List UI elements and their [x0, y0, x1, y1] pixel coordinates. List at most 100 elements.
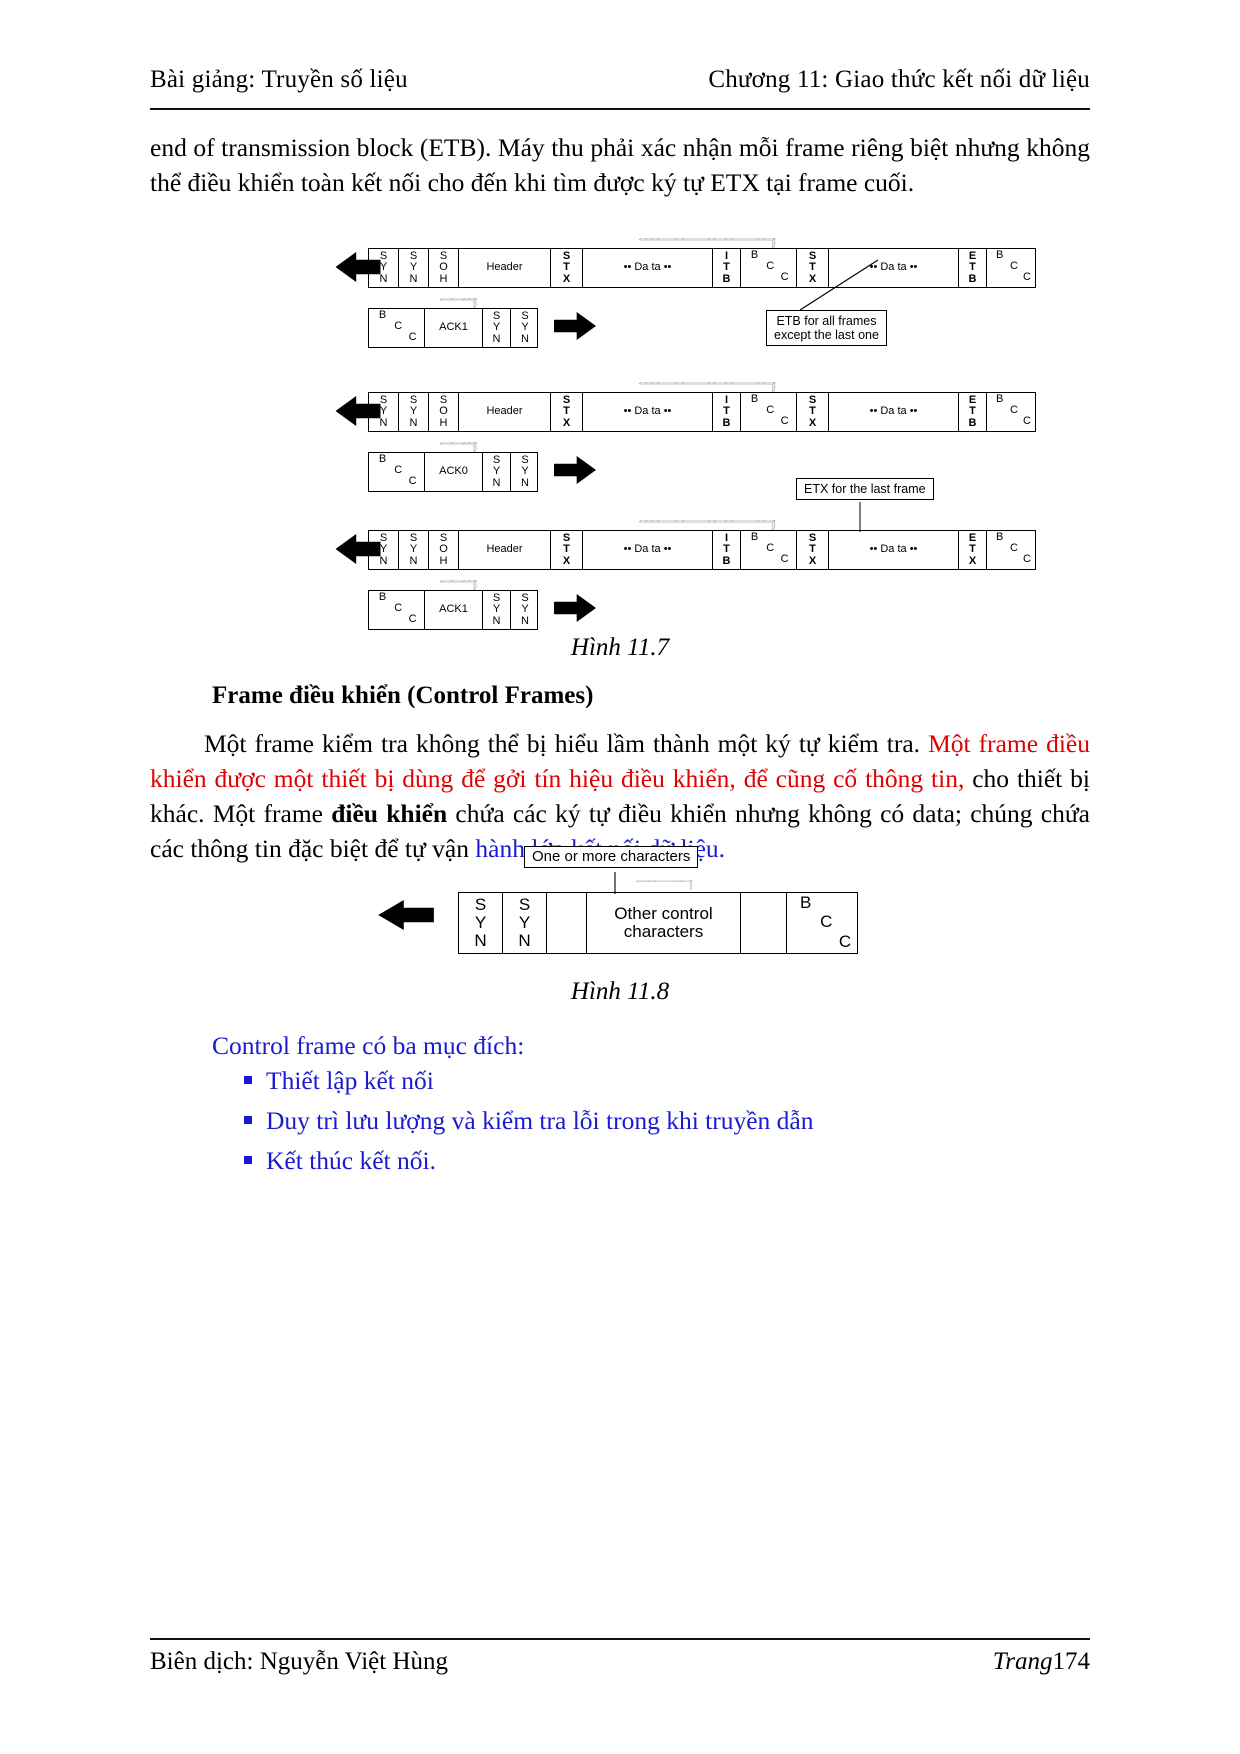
footer-page-number: 174 — [1052, 1648, 1091, 1675]
frame-cell-line: B — [750, 249, 759, 261]
frame-cell: SOH — [429, 249, 459, 287]
frame-cell: BCC — [987, 249, 1037, 287]
intro-paragraph: end of transmission block (ETB). Máy thu… — [150, 133, 1090, 197]
frame-cell: ITB — [713, 249, 741, 287]
frame-cell-line: C — [780, 415, 789, 427]
ack-frame-1b: B C C ACK1 S Y N S Y N — [368, 580, 548, 630]
frame-cell-line: •• Da ta •• — [623, 405, 672, 418]
data-frame-3-front-face: S Y N S Y N S O H Header S T X •• Da ta •• I T B B C C S T X ••… — [368, 530, 1036, 570]
list-item: Kết thúc kết nối. — [244, 1146, 436, 1176]
frame-cell-line: B — [996, 531, 1004, 543]
frame-cell: ACK0 — [425, 453, 483, 491]
frame-cell-line: C — [1023, 415, 1031, 427]
frame-cell-line: B — [378, 453, 387, 465]
frame-cell-line: C — [1010, 260, 1018, 272]
control-frame-strip-3d-shading — [635, 880, 692, 890]
figure-11-7: S Y N S Y N S O H Header S T X •• Da ta •• I T B B C C S T X ••… — [0, 220, 1240, 630]
frame-cell — [547, 893, 587, 953]
footer-right-text: Trang174 — [993, 1648, 1090, 1676]
frame-cell-line: X — [808, 416, 817, 429]
control-frame-arrow-left — [378, 900, 434, 930]
frame-cell-line: X — [808, 554, 817, 567]
callout-line: except the last one — [774, 328, 879, 342]
frame-cell-line: Header — [486, 543, 523, 556]
frame-cell-line: Y — [474, 913, 487, 933]
page-footer: Biên dịch: Nguyễn Việt Hùng Trang174 — [150, 1648, 1090, 1676]
frame-cell: SYN — [483, 309, 511, 347]
frame-cell-line: B — [799, 893, 812, 912]
frame-cell-line: C — [1010, 542, 1018, 554]
frame-cell-line: characters — [623, 922, 704, 941]
frame-cell-line: •• Da ta •• — [623, 261, 672, 274]
list-item-label: Kết thúc kết nối. — [266, 1146, 436, 1175]
frame-cell-line: N — [521, 332, 529, 345]
footer-page-label: Trang — [992, 1648, 1053, 1675]
frame-cell: SYN — [399, 531, 429, 569]
frame-cell: STX — [797, 393, 829, 431]
frame-cell-line: C — [394, 320, 403, 332]
frame-cell: ACK1 — [425, 591, 483, 629]
frame-cell: Other control characters — [587, 893, 741, 953]
data-frame-2: S Y N S Y N S O H Header S T X •• Da ta •• I T B B C C S T X ••… — [368, 382, 1046, 432]
transmit-arrow-left — [335, 252, 381, 282]
frame-cell-line: Y — [518, 913, 531, 933]
frame-cell: Header — [459, 393, 551, 431]
frame-cell: STX — [551, 531, 583, 569]
frame-cell: SYN — [483, 591, 511, 629]
frame-cell-line: ACK1 — [439, 321, 468, 334]
frame-cell: BCC — [741, 531, 797, 569]
frame-cell: •• Da ta •• — [583, 531, 713, 569]
callout-leader-line — [614, 872, 616, 894]
control-frame-strip-front-face: S Y N S Y N Other control characters B C C — [458, 892, 858, 954]
frame-cell: STX — [797, 531, 829, 569]
ack-frame-0: B C C ACK0 S Y N S Y N — [368, 442, 548, 492]
frame-cell-line: N — [409, 416, 418, 429]
ack-arrow-right — [554, 594, 596, 622]
bullet-square-icon — [244, 1116, 252, 1124]
ack-frame-1b-3d-shading — [439, 580, 477, 590]
frame-cell: SOH — [429, 531, 459, 569]
frame-cell: SYN — [511, 309, 539, 347]
frame-cell-line: B — [378, 591, 387, 603]
frame-cell-line: C — [394, 602, 403, 614]
frame-cell-line: N — [409, 554, 418, 567]
ack-arrow-right — [554, 312, 596, 340]
frame-cell-line: X — [562, 272, 571, 285]
frame-cell-line: C — [394, 464, 403, 476]
ack-arrow-right — [554, 456, 596, 484]
data-frame-2-3d-shading — [638, 382, 775, 392]
frame-cell-line: S — [518, 895, 531, 915]
frame-cell-line: B — [722, 272, 731, 285]
frame-cell-line: C — [408, 475, 417, 487]
frame-cell: ACK1 — [425, 309, 483, 347]
ack-frame-1b-front-face: B C C ACK1 S Y N S Y N — [368, 590, 538, 630]
frame-cell: SYN — [511, 453, 539, 491]
frame-cell: ETB — [959, 249, 987, 287]
frame-cell-line: B — [996, 393, 1004, 405]
bullet-square-icon — [244, 1156, 252, 1164]
frame-cell-line: B — [722, 554, 731, 567]
section-heading-control-frames: Frame điều khiển (Control Frames) — [212, 682, 594, 709]
header-right-text: Chương 11: Giao thức kết nối dữ liệu — [708, 66, 1090, 93]
frame-cell-line: S — [474, 895, 487, 915]
frame-cell-line: •• Da ta •• — [869, 405, 918, 418]
frame-cell: BCC — [369, 309, 425, 347]
frame-cell-line: B — [378, 309, 387, 321]
frame-cell-line: B — [996, 249, 1004, 261]
figure-11-8: S Y N S Y N Other control characters B C C One or m… — [0, 842, 1240, 972]
frame-cell-line: N — [474, 930, 487, 950]
frame-cell-line: Header — [486, 261, 523, 274]
frame-cell: BCC — [987, 393, 1037, 431]
frame-cell-line: C — [838, 932, 852, 951]
frame-cell-line: N — [409, 272, 418, 285]
frame-cell-line: C — [1023, 271, 1031, 283]
frame-cell-line: X — [562, 554, 571, 567]
list-item: Duy trì lưu lượng và kiểm tra lỗi trong … — [244, 1106, 814, 1136]
cf-seg-4-bold: điều khiển — [331, 799, 448, 828]
frame-cell: SYN — [399, 249, 429, 287]
data-frame-3: S Y N S Y N S O H Header S T X •• Da ta •• I T B B C C S T X ••… — [368, 520, 1046, 570]
frame-cell: BCC — [987, 531, 1037, 569]
ack-frame-1-front-face: B C C ACK1 S Y N S Y N — [368, 308, 538, 348]
frame-cell-line: ACK1 — [439, 603, 468, 616]
header-rule — [150, 108, 1090, 110]
